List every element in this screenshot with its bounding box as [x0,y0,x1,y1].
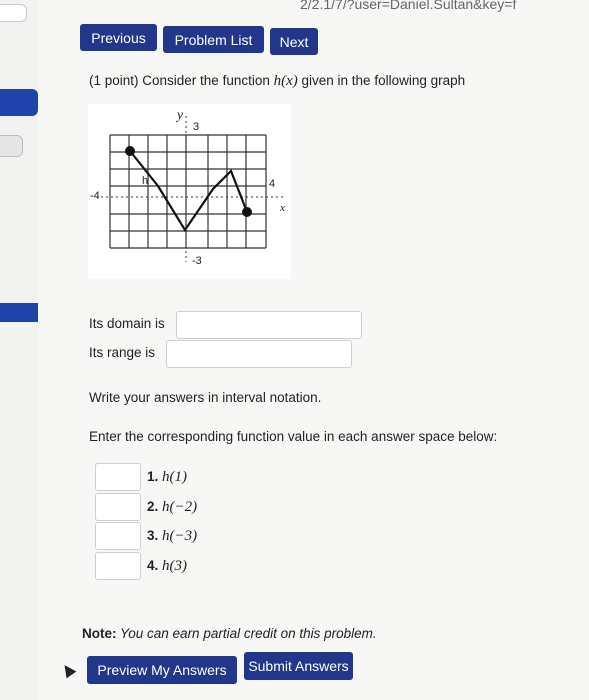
interval-instruction: Write your answers in interval notation. [89,390,322,405]
answer-expression: h(3) [162,558,188,574]
answer-number: 4. [147,558,159,573]
closed-endpoint-left [125,146,135,156]
preview-answers-button[interactable]: Preview My Answers [87,656,237,684]
closed-endpoint-right [242,207,252,217]
enter-instruction: Enter the corresponding function value i… [89,429,498,444]
note-label: Note: [82,626,117,641]
next-button[interactable]: Next [270,28,318,55]
right-tick-label: 4 [269,178,276,190]
answer-input-2[interactable] [95,493,141,521]
answer-expression: h(−2) [162,499,198,515]
question-suffix: given in the following graph [297,73,466,88]
partial-credit-note: Note: You can earn partial credit on thi… [82,626,377,641]
answer-label-3: 3. h(−3) [147,528,197,545]
domain-label: Its domain is [89,316,165,331]
answer-number: 1. [147,469,159,484]
problem-list-button[interactable]: Problem List [163,26,264,53]
sidebar-active-tab[interactable] [0,303,38,322]
top-tick-label: 3 [193,121,200,133]
answer-number: 3. [147,528,159,543]
answer-expression: h(−3) [162,528,198,544]
y-axis-label: y [177,107,183,122]
left-tick-label: -4 [90,190,100,202]
range-label: Its range is [89,345,156,360]
answer-label-1: 1. h(1) [147,469,187,486]
note-text: You can earn partial credit on this prob… [116,626,377,641]
answer-label-2: 2. h(−2) [147,499,197,516]
question-function: h(x) [273,73,298,89]
answer-expression: h(1) [162,469,188,485]
sidebar-active-tab[interactable] [0,89,38,116]
question-prefix: (1 point) Consider the function [89,73,274,88]
sidebar-tab[interactable] [0,4,27,22]
domain-input[interactable] [176,311,362,339]
answer-input-3[interactable] [95,522,141,550]
bottom-tick-label: -3 [192,255,202,267]
x-axis-label: x [280,202,285,214]
previous-button[interactable]: Previous [80,24,157,51]
answer-input-4[interactable] [95,552,141,580]
range-input[interactable] [166,340,352,368]
function-graph: y 3 h -4 4 x -3 [88,104,291,279]
answer-number: 2. [147,499,159,514]
answer-input-1[interactable] [95,463,141,491]
submit-answers-button[interactable]: Submit Answers [244,652,353,680]
curve-label: h [142,175,149,187]
sidebar-tab[interactable] [0,135,23,157]
question-text: (1 point) Consider the function h(x) giv… [89,73,465,90]
answer-label-4: 4. h(3) [147,558,187,575]
url-bar-text: 2/2.1/7/?user=Daniel.Sultan&key=f [300,0,517,12]
graph-svg [96,116,283,262]
